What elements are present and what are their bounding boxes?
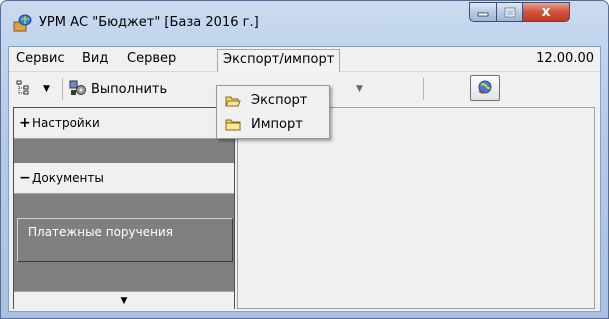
section-settings[interactable]: + Настройки [14,108,234,139]
run-button[interactable]: Выполнить [69,77,167,101]
expand-icon: + [19,115,31,131]
tree-dropdown-arrow[interactable]: ▼ [43,77,50,101]
export-import-menu: Экспорт Импорт [216,85,330,139]
minimize-button[interactable] [469,2,497,22]
menu-server[interactable]: Сервер [122,50,181,68]
section-documents-label: Документы [32,171,104,185]
close-icon: x [541,4,551,20]
menu-export-import[interactable]: Экспорт/импорт [217,49,341,72]
folder-open-icon [225,94,241,108]
close-button[interactable]: x [522,2,570,22]
app-window: УРМ АС "Бюджет" [База 2016 г.] x Сервис … [0,0,609,319]
menu-view[interactable]: Вид [77,50,113,68]
menu-item-import[interactable]: Импорт [219,113,327,136]
minimize-icon [477,12,489,17]
secondary-dropdown-arrow[interactable]: ▼ [356,77,363,101]
chevron-down-icon: ▼ [120,295,128,306]
folder-icon [225,118,241,132]
toolbar-separator [62,78,63,100]
window-title: УРМ АС "Бюджет" [База 2016 г.] [39,15,259,30]
globe-refresh-button[interactable] [470,75,500,101]
run-label: Выполнить [91,81,168,97]
tree-button[interactable] [15,77,31,101]
version-label: 12.00.00 [536,51,594,66]
menu-item-export[interactable]: Экспорт [219,89,327,112]
menu-item-import-label: Импорт [251,117,303,132]
menu-item-export-label: Экспорт [251,93,308,108]
globe-refresh-icon [476,78,494,99]
maximize-icon [504,7,515,17]
title-bar[interactable]: УРМ АС "Бюджет" [База 2016 г.] x [1,1,608,45]
payment-orders-label: Платежные поручения [28,225,173,239]
tree-icon [15,80,31,99]
urm-app-icon[interactable] [13,13,33,33]
list-item-payment-orders[interactable]: Платежные поручения [17,218,233,262]
menu-bar: Сервис Вид Сервер Экспорт/импорт 12.00.0… [9,47,600,72]
section-documents[interactable]: − Документы [14,163,234,194]
settings-content [14,139,234,163]
navigation-panel: + Настройки − Документы Платежные поруче… [13,107,235,309]
collapse-icon: − [19,170,31,186]
section-settings-label: Настройки [32,116,100,130]
scroll-down-button[interactable]: ▼ [14,291,234,309]
toolbar-separator [423,78,424,100]
maximize-button[interactable] [496,2,523,22]
run-icon [69,79,87,100]
menu-service[interactable]: Сервис [11,50,70,68]
